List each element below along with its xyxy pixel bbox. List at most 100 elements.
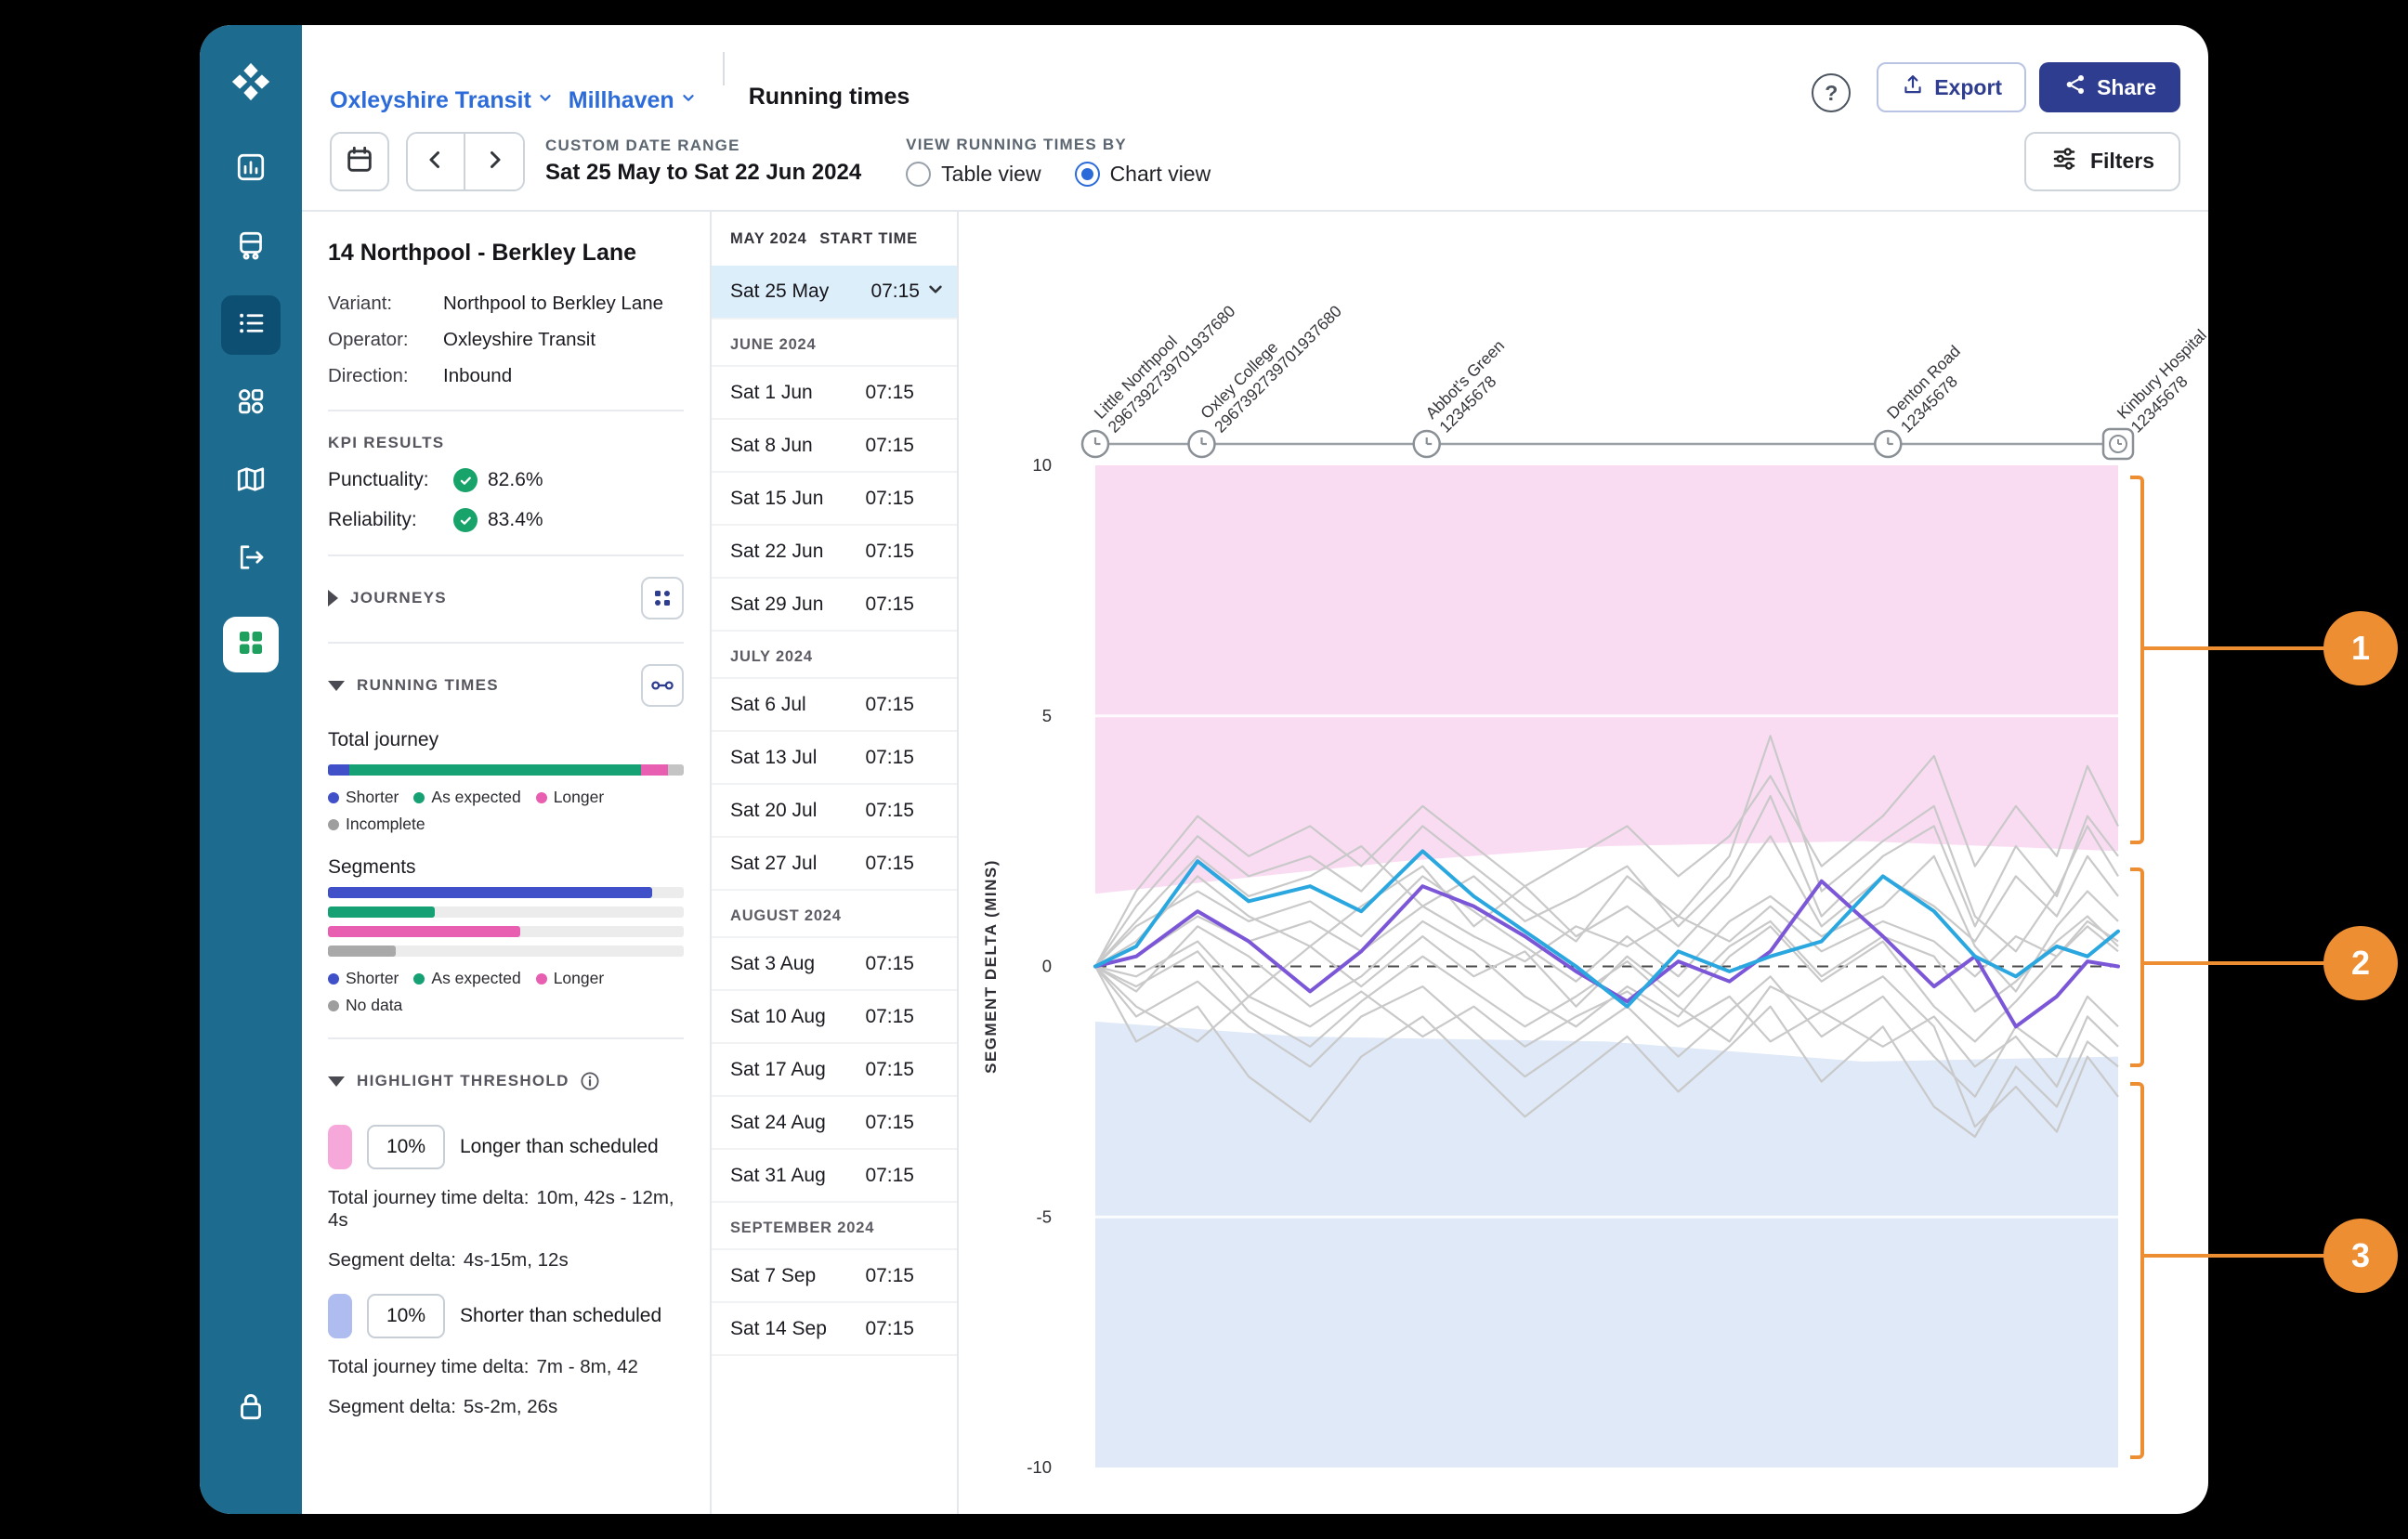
longer-swatch [328,1125,352,1169]
stop-marker[interactable] [1189,431,1215,457]
stop-marker[interactable] [1082,431,1108,457]
date-row[interactable]: Sat 29 Jun07:15 [712,579,957,632]
total-journey-bar [328,764,684,776]
divider [328,642,684,644]
chevron-left-icon [422,146,450,176]
breadcrumb-operator[interactable]: Oxleyshire Transit [330,87,556,114]
radio-chart-view[interactable]: Chart view [1075,162,1211,187]
date-row[interactable]: Sat 15 Jun07:15 [712,473,957,526]
annotation-badge-2: 2 [2323,926,2398,1000]
date-row[interactable]: Sat 31 Aug07:15 [712,1150,957,1203]
date-row[interactable]: Sat 17 Aug07:15 [712,1044,957,1097]
sidebar [200,25,302,1514]
longer-threshold-input[interactable] [367,1125,445,1169]
sidebar-item-timetables[interactable] [221,295,281,355]
highlight-threshold-header[interactable]: HIGHLIGHT THRESHOLD [328,1060,684,1102]
date-row[interactable]: Sat 7 Sep07:15 [712,1250,957,1303]
sidebar-item-lock[interactable] [233,1389,268,1428]
divider [328,410,684,411]
legend-label: Incomplete [346,815,425,834]
date-row[interactable]: Sat 14 Sep07:15 [712,1303,957,1356]
bar-segment [328,764,349,776]
time-label: 07:15 [865,853,914,875]
segment-delta-chart[interactable]: Little Northpool2967392739701937680Oxley… [959,212,2208,1514]
sidebar-item-analytics[interactable] [221,139,281,199]
y-tick-label: 5 [1042,706,1052,725]
logo-pinwheel-icon [229,60,272,108]
legend-item: As expected [413,788,520,807]
stop-label: Denton Road12345678 [1883,342,1978,437]
running-times-label: RUNNING TIMES [357,676,499,695]
date-row[interactable]: Sat 3 Aug07:15 [712,938,957,991]
expanded-arrow-icon [328,1076,345,1087]
filters-button[interactable]: Filters [2024,132,2180,191]
date-row[interactable]: Sat 24 Aug07:15 [712,1097,957,1150]
divider [328,1037,684,1039]
help-icon[interactable]: ? [1812,73,1851,112]
time-label: 07:15 [865,541,914,563]
date-row[interactable]: Sat 20 Jul07:15 [712,785,957,838]
calendar-button[interactable] [330,132,389,191]
journeys-grid-button[interactable] [641,577,684,620]
legend-label: Shorter [346,788,399,807]
date-row[interactable]: Sat 8 Jun07:15 [712,420,957,473]
check-icon [453,468,478,492]
sidebar-item-sign-out[interactable] [221,529,281,589]
date-label: Sat 17 Aug [730,1059,826,1081]
segment-link-icon [649,672,675,698]
kpi-punctuality: Punctuality: 82.6% [328,468,684,492]
threshold-longer-row: Longer than scheduled [328,1125,684,1169]
sidebar-item-vehicles[interactable] [221,217,281,277]
date-row[interactable]: Sat 1 Jun07:15 [712,367,957,420]
sidebar-item-map[interactable] [221,451,281,511]
date-label: Sat 6 Jul [730,694,806,716]
app-window: Oxleyshire Transit Millhaven Running tim… [200,25,2208,1514]
stage: Oxleyshire Transit Millhaven Running tim… [0,0,2408,1539]
segment-bar [328,906,684,918]
date-row[interactable]: Sat 13 Jul07:15 [712,732,957,785]
segment-bars [328,887,684,957]
time-label: 07:15 [865,435,914,457]
time-label: 07:15 [865,593,914,616]
stop-marker[interactable] [2103,429,2133,459]
date-row[interactable]: Sat 27 Jul07:15 [712,838,957,891]
share-button[interactable]: Share [2039,62,2180,112]
month-header: JUNE 2024 [712,320,957,367]
running-times-section-header[interactable]: RUNNING TIMES [328,664,684,707]
time-label: 07:15 [870,280,920,303]
kpi-reliability: Reliability: 83.4% [328,508,684,532]
sidebar-item-app[interactable] [223,617,279,672]
time-label: 07:15 [865,1318,914,1340]
divider [723,52,725,85]
month-list: JUNE 2024Sat 1 Jun07:15Sat 8 Jun07:15Sat… [712,320,957,1356]
info-icon[interactable] [579,1070,601,1092]
time-label: 07:15 [865,953,914,975]
date-label: Sat 24 Aug [730,1112,826,1134]
date-label: Sat 25 May [730,280,870,303]
stop-marker[interactable] [1875,431,1901,457]
delta-value: 4s-15m, 12s [464,1249,569,1271]
chevron-down-icon[interactable] [923,277,948,306]
export-icon [1901,72,1925,102]
date-row[interactable]: Sat 6 Jul07:15 [712,679,957,732]
selected-date-row[interactable]: Sat 25 May 07:15 [712,266,957,320]
journeys-section-header[interactable]: JOURNEYS [328,577,684,620]
segment-link-button[interactable] [641,664,684,707]
export-button[interactable]: Export [1877,62,2026,112]
stop-marker[interactable] [1414,431,1440,457]
controls-bar: CUSTOM DATE RANGE Sat 25 May to Sat 22 J… [302,122,2208,212]
previous-date-button[interactable] [408,134,465,189]
breadcrumb-region-label: Millhaven [569,87,674,114]
breadcrumb-region[interactable]: Millhaven [569,87,699,114]
radio-table-label: Table view [941,162,1040,187]
month-header: AUGUST 2024 [712,891,957,938]
kpi-heading: KPI RESULTS [328,434,684,452]
radio-chart-label: Chart view [1110,162,1211,187]
radio-on-icon [1075,162,1100,187]
sidebar-item-journeys[interactable] [221,373,281,433]
date-row[interactable]: Sat 22 Jun07:15 [712,526,957,579]
radio-table-view[interactable]: Table view [906,162,1040,187]
date-row[interactable]: Sat 10 Aug07:15 [712,991,957,1044]
shorter-threshold-input[interactable] [367,1294,445,1338]
next-date-button[interactable] [465,134,523,189]
